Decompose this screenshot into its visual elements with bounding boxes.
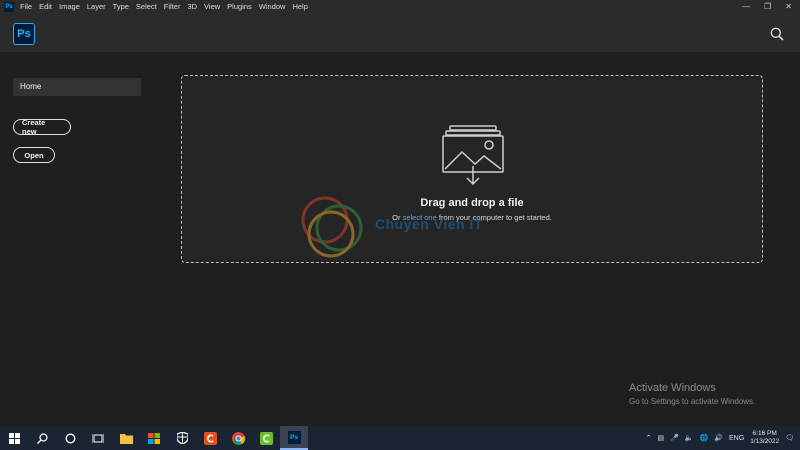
taskbar-search-button[interactable] <box>28 426 56 450</box>
menu-window[interactable]: Window <box>259 2 286 11</box>
menu-filter[interactable]: Filter <box>164 2 181 11</box>
start-button[interactable] <box>0 426 28 450</box>
image-upload-icon <box>442 125 504 186</box>
cortana-icon <box>65 433 75 443</box>
close-icon[interactable]: ✕ <box>785 2 792 11</box>
menu-3d[interactable]: 3D <box>187 2 197 11</box>
cortana-button[interactable] <box>56 426 84 450</box>
clock[interactable]: 6:16 PM 1/13/2022 <box>750 430 779 446</box>
menu-layer[interactable]: Layer <box>87 2 106 11</box>
chevron-up-icon[interactable]: ⌃ <box>646 434 652 442</box>
activate-windows-subtitle: Go to Settings to activate Windows. <box>629 397 756 406</box>
language-indicator[interactable]: ENG <box>729 435 744 442</box>
menu-plugins[interactable]: Plugins <box>227 2 252 11</box>
watermark-text: Chuyen Vien IT <box>375 216 483 232</box>
taskbar: Ps ⌃ ▤ 🎤 🔈 🌐 🔊 ENG 6:16 PM 1/13/2022 🗨 <box>0 426 800 450</box>
task-view-button[interactable] <box>84 426 112 450</box>
microphone-icon[interactable]: 🎤 <box>670 434 679 442</box>
taskbar-app-green[interactable] <box>252 426 280 450</box>
watermark: Chuyen Vien IT <box>295 190 505 262</box>
app-header: Ps <box>0 13 800 53</box>
clock-date: 1/13/2022 <box>750 438 780 445</box>
windows-icon <box>8 432 20 444</box>
window-controls: — ❐ ✕ <box>742 0 792 13</box>
taskbar-security[interactable] <box>168 426 196 450</box>
photoshop-logo[interactable]: Ps <box>13 23 35 45</box>
task-view-icon <box>92 433 104 443</box>
shield-icon <box>176 432 188 444</box>
menu-file[interactable]: File <box>20 2 32 11</box>
network-icon[interactable]: ▤ <box>658 434 665 442</box>
system-tray: ⌃ ▤ 🎤 🔈 🌐 🔊 ENG 6:16 PM 1/13/2022 🗨 <box>646 426 800 450</box>
menu-image[interactable]: Image <box>59 2 80 11</box>
taskbar-photoshop[interactable]: Ps <box>280 426 308 450</box>
folder-icon <box>119 433 133 444</box>
create-new-button[interactable]: Create new <box>13 118 71 136</box>
taskbar-search-icon <box>36 432 48 444</box>
photoshop-taskbar-icon: Ps <box>287 430 301 444</box>
clock-time: 6:16 PM <box>752 430 777 437</box>
globe-icon[interactable]: 🌐 <box>700 434 709 442</box>
minimize-icon[interactable]: — <box>742 2 750 11</box>
store-icon <box>148 432 160 444</box>
speaker-icon[interactable]: 🔈 <box>685 434 694 442</box>
app-green-icon <box>259 431 273 445</box>
menu-bar: Ps File Edit Image Layer Type Select Fil… <box>0 0 800 13</box>
menu-help[interactable]: Help <box>292 2 307 11</box>
notification-icon[interactable]: 🗨 <box>785 434 794 442</box>
photoshop-logo-small: Ps <box>4 1 14 12</box>
sidebar-item-home[interactable]: Home <box>13 78 141 96</box>
watermark-logo-icon <box>301 196 363 258</box>
search-icon[interactable] <box>770 27 784 41</box>
app-orange-icon <box>203 431 217 445</box>
taskbar-store[interactable] <box>140 426 168 450</box>
menu-edit[interactable]: Edit <box>39 2 52 11</box>
open-button[interactable]: Open <box>13 147 55 163</box>
menu-view[interactable]: View <box>204 2 220 11</box>
taskbar-file-explorer[interactable] <box>112 426 140 450</box>
chrome-icon <box>231 431 245 445</box>
taskbar-chrome[interactable] <box>224 426 252 450</box>
menu-type[interactable]: Type <box>113 2 129 11</box>
volume-icon[interactable]: 🔊 <box>714 434 723 442</box>
restore-icon[interactable]: ❐ <box>764 2 771 11</box>
menu-select[interactable]: Select <box>136 2 157 11</box>
activate-windows-title: Activate Windows <box>629 382 716 394</box>
taskbar-app-orange[interactable] <box>196 426 224 450</box>
